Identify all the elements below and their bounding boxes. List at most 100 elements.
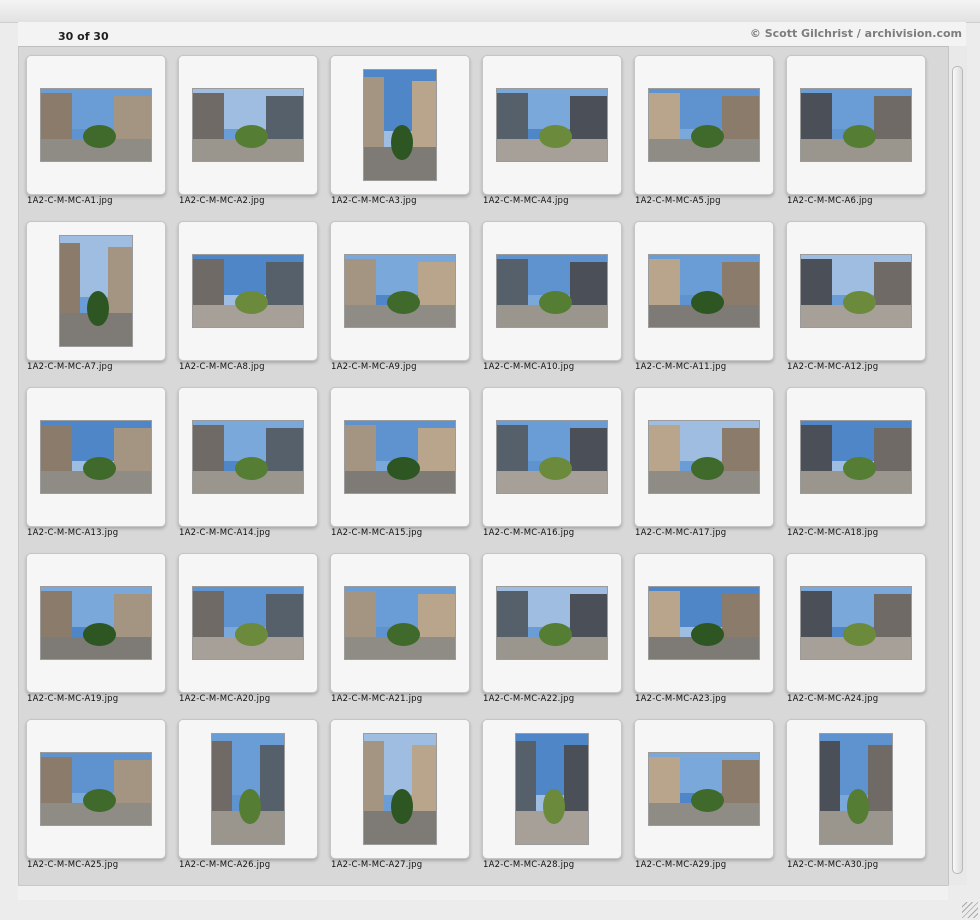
thumbnail-cell[interactable]: 1A2-C-M-MC-A27.jpg [323,711,470,871]
thumbnail-image[interactable] [648,254,760,328]
thumbnail-image[interactable] [363,733,437,845]
thumbnail-image[interactable] [192,88,304,162]
thumbnail-cell[interactable]: 1A2-C-M-MC-A17.jpg [627,379,774,539]
resize-grip-icon[interactable] [962,902,978,918]
thumbnail-cell[interactable]: 1A2-C-M-MC-A14.jpg [171,379,318,539]
thumbnail-cell[interactable]: 1A2-C-M-MC-A18.jpg [779,379,926,539]
slide-mount[interactable] [26,55,166,195]
thumbnail-cell[interactable]: 1A2-C-M-MC-A7.jpg [19,213,166,373]
slide-mount[interactable] [634,719,774,859]
slide-mount[interactable] [482,221,622,361]
photo-building-right [873,428,911,473]
thumbnail-cell[interactable]: 1A2-C-M-MC-A6.jpg [779,47,926,207]
slide-mount[interactable] [26,719,166,859]
slide-mount[interactable] [786,387,926,527]
thumbnail-cell[interactable]: 1A2-C-M-MC-A19.jpg [19,545,166,705]
thumbnail-cell[interactable]: 1A2-C-M-MC-A5.jpg [627,47,774,207]
thumbnail-image[interactable] [800,586,912,660]
slide-mount[interactable] [786,55,926,195]
thumbnail-image[interactable] [40,420,152,494]
thumbnail-image[interactable] [344,420,456,494]
slide-mount[interactable] [178,221,318,361]
photo-foliage [538,623,572,647]
slide-mount[interactable] [634,553,774,693]
thumbnail-image[interactable] [40,586,152,660]
slide-mount[interactable] [26,553,166,693]
thumbnail-image[interactable] [648,88,760,162]
slide-mount[interactable] [482,553,622,693]
thumbnail-cell[interactable]: 1A2-C-M-MC-A28.jpg [475,711,622,871]
slide-mount[interactable] [330,719,470,859]
thumbnail-image[interactable] [496,88,608,162]
slide-mount[interactable] [482,55,622,195]
scrollbar-thumb[interactable] [952,66,963,874]
thumbnail-image[interactable] [648,752,760,826]
thumbnail-image[interactable] [515,733,589,845]
slide-mount[interactable] [178,719,318,859]
thumbnail-cell[interactable]: 1A2-C-M-MC-A15.jpg [323,379,470,539]
thumbnail-filename: 1A2-C-M-MC-A6.jpg [787,196,873,206]
thumbnail-image[interactable] [496,586,608,660]
slide-mount[interactable] [178,387,318,527]
thumbnail-cell[interactable]: 1A2-C-M-MC-A21.jpg [323,545,470,705]
slide-mount[interactable] [482,387,622,527]
thumbnail-image[interactable] [800,254,912,328]
photo-building-right [569,96,607,141]
slide-mount[interactable] [634,55,774,195]
thumbnail-cell[interactable]: 1A2-C-M-MC-A4.jpg [475,47,622,207]
thumbnail-image[interactable] [496,254,608,328]
thumbnail-cell[interactable]: 1A2-C-M-MC-A12.jpg [779,213,926,373]
thumbnail-cell[interactable]: 1A2-C-M-MC-A13.jpg [19,379,166,539]
thumbnail-image[interactable] [800,420,912,494]
slide-mount[interactable] [786,719,926,859]
slide-mount[interactable] [482,719,622,859]
thumbnail-cell[interactable]: 1A2-C-M-MC-A29.jpg [627,711,774,871]
thumbnail-image[interactable] [819,733,893,845]
thumbnail-image[interactable] [192,254,304,328]
thumbnail-cell[interactable]: 1A2-C-M-MC-A8.jpg [171,213,318,373]
slide-mount[interactable] [330,553,470,693]
slide-mount[interactable] [786,553,926,693]
slide-mount[interactable] [786,221,926,361]
thumbnail-image[interactable] [40,752,152,826]
thumbnail-image[interactable] [211,733,285,845]
slide-mount[interactable] [330,55,470,195]
slide-mount[interactable] [26,387,166,527]
photo-building-left [649,591,680,639]
thumbnail-cell[interactable]: 1A2-C-M-MC-A30.jpg [779,711,926,871]
slide-mount[interactable] [634,387,774,527]
thumbnail-image[interactable] [192,586,304,660]
thumbnail-cell[interactable]: 1A2-C-M-MC-A25.jpg [19,711,166,871]
thumbnail-cell[interactable]: 1A2-C-M-MC-A2.jpg [171,47,318,207]
thumbnail-cell[interactable]: 1A2-C-M-MC-A24.jpg [779,545,926,705]
thumbnail-image[interactable] [344,254,456,328]
thumbnail-cell[interactable]: 1A2-C-M-MC-A26.jpg [171,711,318,871]
slide-mount[interactable] [330,221,470,361]
thumbnail-cell[interactable]: 1A2-C-M-MC-A9.jpg [323,213,470,373]
thumbnail-image[interactable] [648,420,760,494]
thumbnail-image[interactable] [363,69,437,181]
slide-mount[interactable] [178,55,318,195]
thumbnail-cell[interactable]: 1A2-C-M-MC-A11.jpg [627,213,774,373]
slide-mount[interactable] [330,387,470,527]
thumbnail-cell[interactable]: 1A2-C-M-MC-A3.jpg [323,47,470,207]
thumbnail-image[interactable] [344,586,456,660]
photo-building-right [569,262,607,307]
thumbnail-cell[interactable]: 1A2-C-M-MC-A20.jpg [171,545,318,705]
thumbnail-image[interactable] [496,420,608,494]
vertical-scrollbar[interactable] [948,46,967,885]
slide-mount[interactable] [178,553,318,693]
thumbnail-cell[interactable]: 1A2-C-M-MC-A10.jpg [475,213,622,373]
thumbnail-cell[interactable]: 1A2-C-M-MC-A23.jpg [627,545,774,705]
slide-mount[interactable] [634,221,774,361]
photo-building-right [867,745,892,814]
thumbnail-image[interactable] [800,88,912,162]
thumbnail-cell[interactable]: 1A2-C-M-MC-A16.jpg [475,379,622,539]
slide-mount[interactable] [26,221,166,361]
thumbnail-image[interactable] [40,88,152,162]
thumbnail-cell[interactable]: 1A2-C-M-MC-A22.jpg [475,545,622,705]
thumbnail-image[interactable] [59,235,133,347]
thumbnail-cell[interactable]: 1A2-C-M-MC-A1.jpg [19,47,166,207]
thumbnail-image[interactable] [648,586,760,660]
thumbnail-image[interactable] [192,420,304,494]
